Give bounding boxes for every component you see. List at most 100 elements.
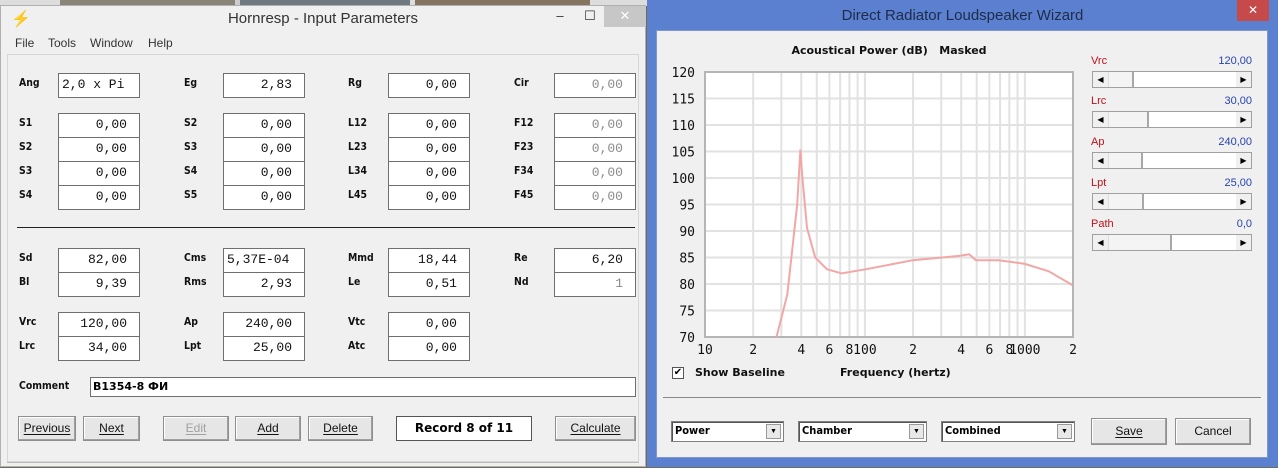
field-input-lpt[interactable]: 25,00 bbox=[223, 336, 305, 361]
edit-button[interactable]: Edit bbox=[163, 416, 229, 441]
comment-input[interactable]: B1354-8 ФИ bbox=[90, 377, 636, 397]
slider-lrc[interactable]: ◀ ▶ bbox=[1092, 111, 1252, 128]
field-input-l12[interactable]: 0,00 bbox=[388, 113, 470, 138]
field-label-sd: Sd bbox=[19, 251, 33, 264]
calculate-button[interactable]: Calculate bbox=[555, 416, 636, 441]
field-input-rms[interactable]: 2,93 bbox=[223, 272, 305, 297]
show-baseline-checkbox[interactable]: ✔ bbox=[672, 367, 684, 379]
field-input-f12[interactable]: 0,00 bbox=[554, 113, 636, 138]
y-tick-label: 105 bbox=[672, 146, 695, 161]
scroll-right-icon[interactable]: ▶ bbox=[1236, 112, 1251, 127]
previous-button[interactable]: Previous bbox=[18, 416, 76, 441]
field-input-mmd[interactable]: 18,44 bbox=[388, 248, 470, 273]
field-input-f23[interactable]: 0,00 bbox=[554, 137, 636, 162]
field-input-l23[interactable]: 0,00 bbox=[388, 137, 470, 162]
y-tick-label: 100 bbox=[672, 172, 695, 187]
slider-thumb[interactable] bbox=[1108, 235, 1172, 250]
record-indicator: Record 8 of 11 bbox=[396, 416, 532, 441]
field-input-cms[interactable]: 5,37E-04 bbox=[223, 248, 305, 273]
slider-path[interactable]: ◀ ▶ bbox=[1092, 234, 1252, 251]
scroll-left-icon[interactable]: ◀ bbox=[1093, 72, 1108, 87]
delete-button[interactable]: Delete bbox=[308, 416, 373, 441]
separator bbox=[17, 227, 635, 228]
slider-thumb[interactable] bbox=[1108, 153, 1143, 168]
slider-value-ap: 240,00 bbox=[1218, 136, 1252, 148]
field-label-le: Le bbox=[348, 275, 361, 288]
close-button[interactable]: ✕ bbox=[604, 6, 646, 27]
scroll-left-icon[interactable]: ◀ bbox=[1093, 112, 1108, 127]
input-parameters-window: ⚡ Hornresp - Input Parameters – ☐ ✕ File… bbox=[0, 5, 646, 467]
field-label-f45: F45 bbox=[514, 188, 534, 201]
field-label-s4: S4 bbox=[184, 164, 198, 177]
menu-tools[interactable]: Tools bbox=[48, 36, 76, 50]
slider-thumb[interactable] bbox=[1108, 112, 1149, 127]
field-input-rg[interactable]: 0,00 bbox=[388, 73, 470, 98]
menu-window[interactable]: Window bbox=[90, 36, 133, 50]
cancel-button[interactable]: Cancel bbox=[1175, 418, 1251, 445]
field-input-s3[interactable]: 0,00 bbox=[58, 161, 140, 186]
x-tick-label: 6 bbox=[985, 343, 993, 358]
wizard-close-button[interactable]: ✕ bbox=[1237, 0, 1269, 21]
scroll-left-icon[interactable]: ◀ bbox=[1093, 153, 1108, 168]
chamber-dropdown[interactable]: Chamber ▼ bbox=[798, 421, 927, 442]
scroll-right-icon[interactable]: ▶ bbox=[1236, 153, 1251, 168]
field-label-rg: Rg bbox=[348, 76, 362, 89]
field-input-lrc[interactable]: 34,00 bbox=[58, 336, 140, 361]
maximize-button[interactable]: ☐ bbox=[575, 6, 605, 27]
field-input-f34[interactable]: 0,00 bbox=[554, 161, 636, 186]
field-input-eg[interactable]: 2,83 bbox=[223, 73, 305, 98]
slider-lpt[interactable]: ◀ ▶ bbox=[1092, 193, 1252, 210]
chevron-down-icon: ▼ bbox=[1057, 424, 1072, 439]
scroll-right-icon[interactable]: ▶ bbox=[1236, 194, 1251, 209]
y-tick-label: 70 bbox=[679, 331, 695, 346]
field-input-s2[interactable]: 0,00 bbox=[58, 137, 140, 162]
scroll-left-icon[interactable]: ◀ bbox=[1093, 194, 1108, 209]
slider-thumb[interactable] bbox=[1108, 72, 1134, 87]
field-input-s3[interactable]: 0,00 bbox=[223, 137, 305, 162]
field-input-f45[interactable]: 0,00 bbox=[554, 185, 636, 210]
scroll-right-icon[interactable]: ▶ bbox=[1236, 72, 1251, 87]
frequency-response-chart: 70758085909510010511011512010 2 4 6 8 100 2 4 6 8… bbox=[672, 66, 1077, 358]
field-input-s2[interactable]: 0,00 bbox=[223, 113, 305, 138]
field-input-s4[interactable]: 0,00 bbox=[223, 161, 305, 186]
field-input-vtc[interactable]: 0,00 bbox=[388, 312, 470, 337]
x-tick-label: 4 bbox=[797, 343, 805, 358]
slider-thumb[interactable] bbox=[1108, 194, 1144, 209]
slider-value-path: 0,0 bbox=[1236, 218, 1252, 230]
slider-value-lpt: 25,00 bbox=[1224, 177, 1252, 189]
x-tick-label: 8 bbox=[846, 343, 854, 358]
field-input-l34[interactable]: 0,00 bbox=[388, 161, 470, 186]
field-input-le[interactable]: 0,51 bbox=[388, 272, 470, 297]
x-tick-label: 6 bbox=[826, 343, 834, 358]
field-input-ap[interactable]: 240,00 bbox=[223, 312, 305, 337]
scroll-left-icon[interactable]: ◀ bbox=[1093, 235, 1108, 250]
combined-dropdown[interactable]: Combined ▼ bbox=[941, 421, 1075, 442]
field-input-bl[interactable]: 9,39 bbox=[58, 272, 140, 297]
field-input-s5[interactable]: 0,00 bbox=[223, 185, 305, 210]
save-button[interactable]: Save bbox=[1091, 418, 1167, 445]
field-input-cir[interactable]: 0,00 bbox=[554, 73, 636, 98]
y-tick-label: 120 bbox=[672, 66, 695, 81]
field-input-sd[interactable]: 82,00 bbox=[58, 248, 140, 273]
field-input-atc[interactable]: 0,00 bbox=[388, 336, 470, 361]
menu-help[interactable]: Help bbox=[148, 36, 173, 50]
field-input-s4[interactable]: 0,00 bbox=[58, 185, 140, 210]
scroll-right-icon[interactable]: ▶ bbox=[1236, 235, 1251, 250]
field-input-nd[interactable]: 1 bbox=[554, 272, 636, 297]
slider-ap[interactable]: ◀ ▶ bbox=[1092, 152, 1252, 169]
field-input-l45[interactable]: 0,00 bbox=[388, 185, 470, 210]
field-label-s2: S2 bbox=[184, 116, 198, 129]
next-button[interactable]: Next bbox=[83, 416, 140, 441]
field-label-lpt: Lpt bbox=[184, 339, 202, 352]
field-input-re[interactable]: 6,20 bbox=[554, 248, 636, 273]
slider-vrc[interactable]: ◀ ▶ bbox=[1092, 71, 1252, 88]
measure-dropdown[interactable]: Power ▼ bbox=[671, 421, 784, 442]
menu-file[interactable]: File bbox=[15, 36, 34, 50]
add-button[interactable]: Add bbox=[235, 416, 301, 441]
minimize-button[interactable]: – bbox=[545, 6, 575, 27]
field-input-vrc[interactable]: 120,00 bbox=[58, 312, 140, 337]
field-input-ang[interactable]: 2,0 x Pi bbox=[58, 73, 140, 98]
field-input-s1[interactable]: 0,00 bbox=[58, 113, 140, 138]
x-tick-label: 2 bbox=[909, 343, 917, 358]
field-label-s1: S1 bbox=[19, 116, 33, 129]
